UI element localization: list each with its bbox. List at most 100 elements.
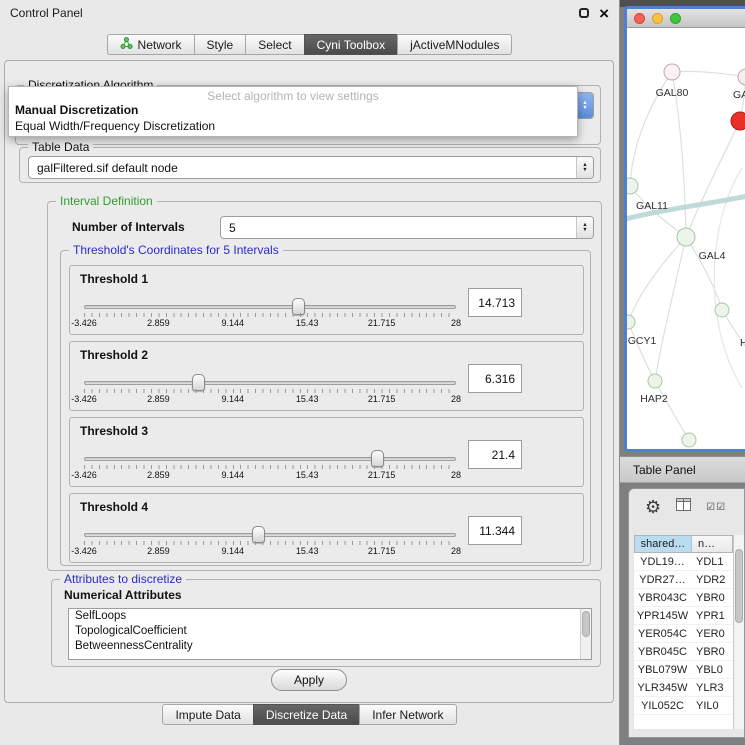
tick-label: 21.715 <box>368 318 396 328</box>
threshold-1-slider[interactable]: -3.426 2.859 9.144 15.43 21.715 28 <box>84 298 456 330</box>
column-header-name[interactable]: n… <box>692 536 732 552</box>
tab-select-label: Select <box>258 38 291 52</box>
table-panel-bar[interactable]: Table Panel <box>620 456 745 483</box>
tab-discretize-data[interactable]: Discretize Data <box>253 704 360 725</box>
table-row[interactable]: YBR045CYBR0 <box>634 643 733 661</box>
threshold-1-slider-track[interactable] <box>84 305 456 309</box>
table-scrollbar[interactable] <box>733 535 744 729</box>
threshold-3-slider[interactable]: -3.426 2.859 9.144 15.43 21.715 28 <box>84 450 456 482</box>
threshold-4-value-field[interactable]: 11.344 <box>468 516 522 545</box>
tab-network-label: Network <box>138 38 182 52</box>
menu-item-equal-width-frequency[interactable]: Equal Width/Frequency Discretization <box>9 118 577 134</box>
tab-impute-data[interactable]: Impute Data <box>162 704 253 725</box>
tab-style[interactable]: Style <box>194 34 247 55</box>
cell: YDR2 <box>691 574 733 586</box>
tab-infer-network[interactable]: Infer Network <box>359 704 456 725</box>
bottom-tab-bar: Impute Data Discretize Data Infer Networ… <box>0 704 619 725</box>
table-row[interactable]: YBR043CYBR0 <box>634 589 733 607</box>
threshold-3-value-field[interactable]: 21.4 <box>468 440 522 469</box>
cell: YBR043C <box>634 592 691 604</box>
apply-button[interactable]: Apply <box>271 669 347 691</box>
threshold-1-value-field[interactable]: 14.713 <box>468 288 522 317</box>
table-row[interactable]: YDR27…YDR2 <box>634 571 733 589</box>
threshold-2-slider-track[interactable] <box>84 381 456 385</box>
node-selected-red[interactable] <box>731 112 745 130</box>
node-gcy1[interactable] <box>627 315 635 329</box>
table-panel-title: Table Panel <box>633 463 696 477</box>
table-row[interactable]: YBL079WYBL0 <box>634 661 733 679</box>
node-ga-partial[interactable] <box>738 69 745 85</box>
threshold-1-tickmarks <box>84 313 456 317</box>
close-traffic-light-icon[interactable] <box>634 13 645 24</box>
threshold-3-slider-track[interactable] <box>84 457 456 461</box>
cell: YBL0 <box>691 664 733 676</box>
numerical-attributes-list[interactable]: SelfLoops TopologicalCoefficient Between… <box>68 608 592 660</box>
threshold-4-tick-labels: -3.426 2.859 9.144 15.43 21.715 28 <box>84 546 456 556</box>
tab-network[interactable]: Network <box>107 34 195 55</box>
attributes-list-scrollbar[interactable] <box>580 609 591 659</box>
number-of-intervals-value: 5 <box>221 221 576 235</box>
table-row[interactable]: YER054CYER0 <box>634 625 733 643</box>
threshold-2-panel: Threshold 2 -3.426 2.859 9.144 15.43 21.… <box>69 341 584 411</box>
tick-label: 15.43 <box>296 318 319 328</box>
node-label-h: H <box>740 337 745 349</box>
tab-jactivemnodules-label: jActiveMNodules <box>410 38 499 52</box>
tab-jactivemnodules[interactable]: jActiveMNodules <box>397 34 512 55</box>
gear-icon[interactable]: ⚙ <box>645 498 661 516</box>
table-row[interactable]: YIL052CYIL0 <box>634 697 733 715</box>
minimize-traffic-light-icon[interactable] <box>652 13 663 24</box>
menu-item-manual-discretization[interactable]: Manual Discretization <box>9 102 577 118</box>
scrollbar-thumb[interactable] <box>582 611 590 637</box>
tick-label: 2.859 <box>147 394 170 404</box>
algorithm-combobox-stepper-icon[interactable]: ▲▼ <box>576 93 593 118</box>
node-gal80[interactable] <box>664 64 680 80</box>
close-window-icon[interactable]: × <box>599 5 609 22</box>
number-of-intervals-stepper-icon[interactable]: ▲▼ <box>576 217 593 238</box>
algorithm-placeholder-text: Select algorithm to view settings <box>9 87 577 102</box>
column-header-shared-name[interactable]: shared… <box>635 536 692 552</box>
threshold-2-value-field[interactable]: 6.316 <box>468 364 522 393</box>
tick-label: -3.426 <box>71 470 97 480</box>
list-item[interactable]: SelfLoops <box>69 609 591 624</box>
node-gal11[interactable] <box>627 178 638 194</box>
tick-label: 15.43 <box>296 470 319 480</box>
tab-select[interactable]: Select <box>245 34 304 55</box>
table-row[interactable]: YPR145WYPR1 <box>634 607 733 625</box>
tab-cyni-toolbox[interactable]: Cyni Toolbox <box>304 34 398 55</box>
tick-label: 28 <box>451 546 461 556</box>
tick-label: -3.426 <box>71 318 97 328</box>
threshold-2-tick-labels: -3.426 2.859 9.144 15.43 21.715 28 <box>84 394 456 404</box>
columns-icon[interactable] <box>676 498 691 516</box>
node-bottom-partial[interactable] <box>682 433 696 447</box>
control-panel-titlebar: Control Panel × <box>0 0 619 26</box>
tick-label: -3.426 <box>71 394 97 404</box>
tab-impute-data-label: Impute Data <box>175 708 240 722</box>
table-row[interactable]: YDL19…YDL1 <box>634 553 733 571</box>
list-item[interactable]: TopologicalCoefficient <box>69 624 591 639</box>
number-of-intervals-combobox[interactable]: 5 ▲▼ <box>220 216 594 239</box>
scrollbar-thumb[interactable] <box>735 549 743 623</box>
table-data-combobox-stepper-icon[interactable]: ▲▼ <box>576 157 593 178</box>
node-hap2[interactable] <box>648 374 662 388</box>
network-canvas[interactable]: GAL80 GA GAL11 GAL4 GCY1 H HAP2 <box>627 28 745 448</box>
node-gal4[interactable] <box>677 228 695 246</box>
node-right[interactable] <box>715 303 729 317</box>
threshold-2-slider[interactable]: -3.426 2.859 9.144 15.43 21.715 28 <box>84 374 456 406</box>
cell: YLR345W <box>634 682 691 694</box>
network-edges <box>628 71 745 440</box>
checkbox-icons[interactable]: ☑☑ <box>706 502 726 513</box>
cell: YIL0 <box>691 700 733 712</box>
algorithm-dropdown-popup: Select algorithm to view settings Manual… <box>8 86 578 137</box>
threshold-4-slider-track[interactable] <box>84 533 456 537</box>
tick-label: -3.426 <box>71 546 97 556</box>
zoom-traffic-light-icon[interactable] <box>670 13 681 24</box>
threshold-4-slider[interactable]: -3.426 2.859 9.144 15.43 21.715 28 <box>84 526 456 558</box>
node-label-gal11: GAL11 <box>636 200 668 212</box>
attributes-group: Attributes to discretize Numerical Attri… <box>51 579 601 667</box>
cell: YIL052C <box>634 700 691 712</box>
tick-label: 9.144 <box>222 318 245 328</box>
table-row[interactable]: YLR345WYLR3 <box>634 679 733 697</box>
list-item[interactable]: BetweennessCentrality <box>69 639 591 654</box>
table-data-combobox[interactable]: galFiltered.sif default node ▲▼ <box>28 156 594 179</box>
float-window-icon[interactable] <box>579 8 589 18</box>
